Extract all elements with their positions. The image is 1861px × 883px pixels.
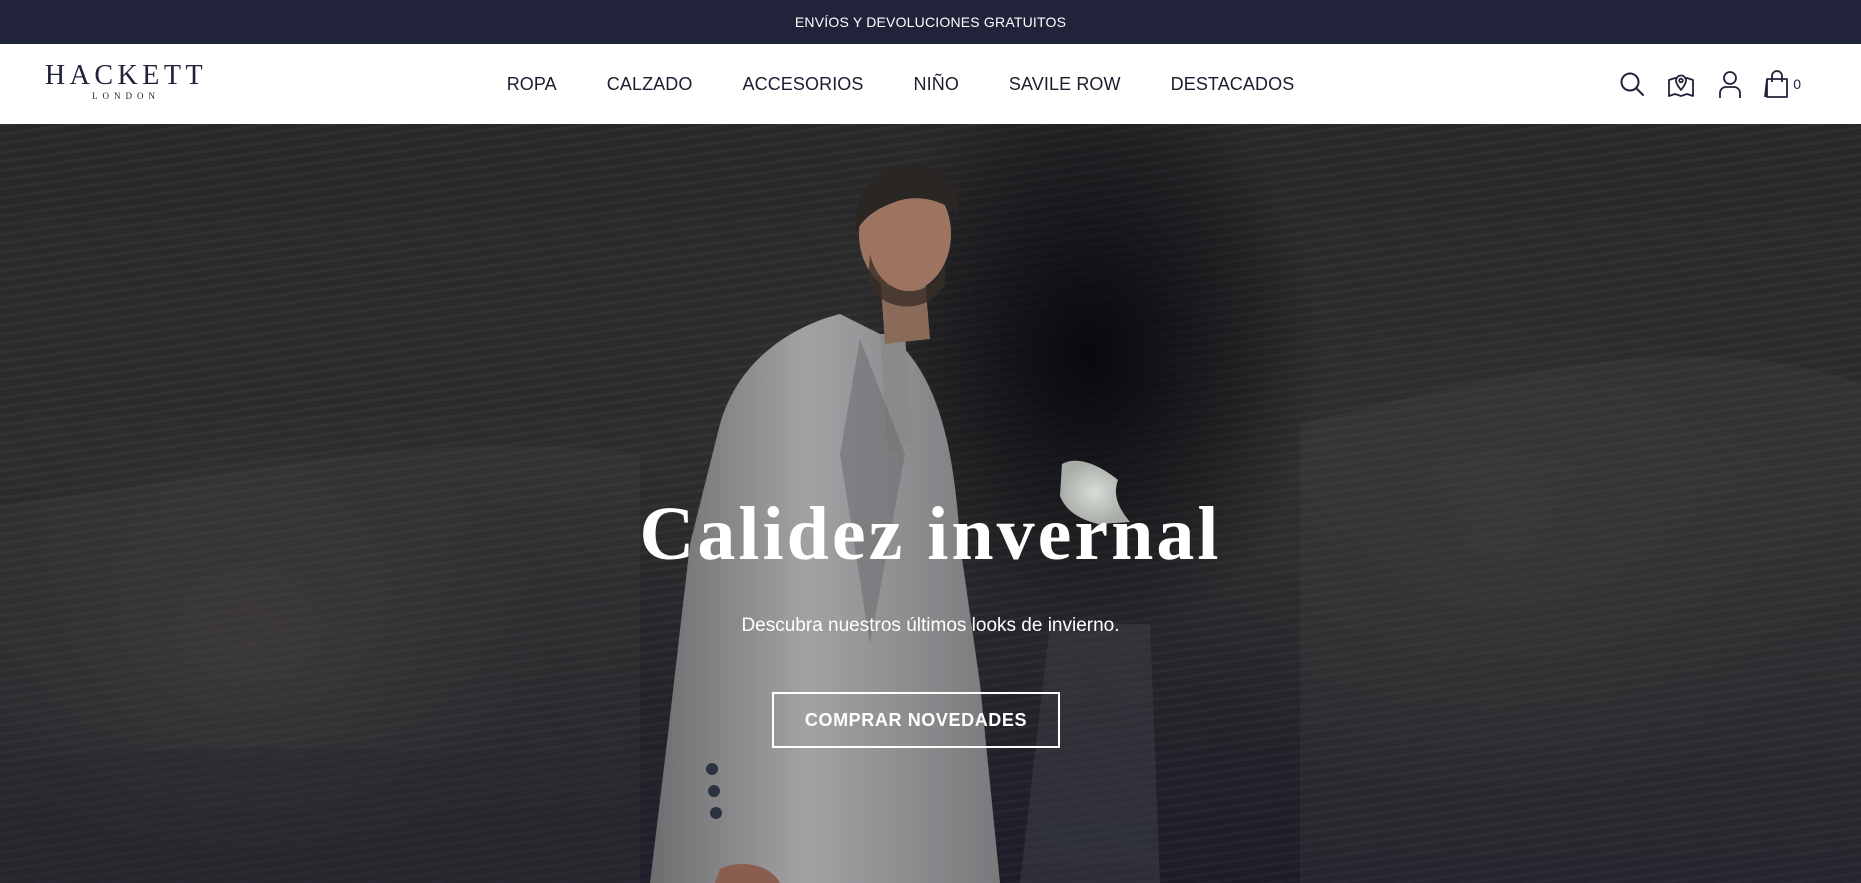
announcement-bar: ENVÍOS Y DEVOLUCIONES GRATUITOS xyxy=(0,0,1861,44)
logo-subtitle: LONDON xyxy=(92,91,160,101)
site-header: HACKETT LONDON ROPA CALZADO ACCESORIOS N… xyxy=(0,44,1861,124)
bag-button[interactable]: 0 xyxy=(1764,69,1801,99)
nav-item-accesorios[interactable]: ACCESORIOS xyxy=(742,74,863,95)
bag-icon xyxy=(1764,70,1789,98)
hero-banner: Calidez invernal Descubra nuestros últim… xyxy=(0,124,1861,883)
account-button[interactable] xyxy=(1716,69,1744,99)
nav-item-savile-row[interactable]: SAVILE ROW xyxy=(1009,74,1121,95)
store-locator-button[interactable] xyxy=(1666,69,1696,99)
account-icon xyxy=(1719,71,1742,98)
search-button[interactable] xyxy=(1618,70,1646,98)
main-nav: ROPA CALZADO ACCESORIOS NIÑO SAVILE ROW … xyxy=(0,44,1861,124)
store-locator-icon xyxy=(1668,74,1695,97)
nav-item-calzado[interactable]: CALZADO xyxy=(607,74,693,95)
cart-count: 0 xyxy=(1793,76,1801,92)
announcement-text: ENVÍOS Y DEVOLUCIONES GRATUITOS xyxy=(794,14,1067,30)
hero-title: Calidez invernal xyxy=(639,492,1222,576)
hero-subtitle: Descubra nuestros últimos looks de invie… xyxy=(741,615,1120,636)
shop-new-button[interactable]: COMPRAR NOVEDADES xyxy=(772,692,1060,748)
nav-item-nino[interactable]: NIÑO xyxy=(914,74,959,95)
logo-wordmark: HACKETT xyxy=(44,60,208,91)
nav-item-destacados[interactable]: DESTACADOS xyxy=(1171,74,1295,95)
header-icons: 0 xyxy=(1618,66,1801,102)
brand-logo[interactable]: HACKETT LONDON xyxy=(36,62,216,110)
search-icon xyxy=(1620,72,1645,96)
nav-item-ropa[interactable]: ROPA xyxy=(507,74,557,95)
